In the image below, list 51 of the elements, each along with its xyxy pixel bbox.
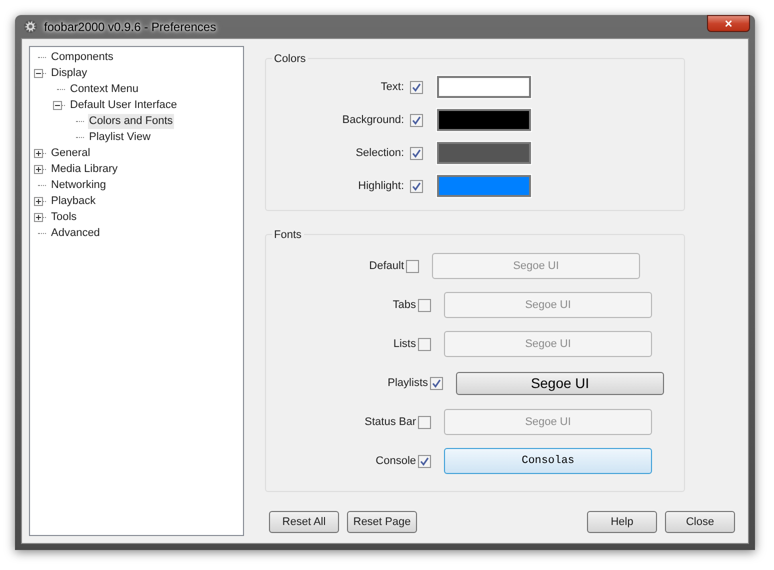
checkbox[interactable] — [418, 298, 431, 312]
font-label: Console — [374, 454, 417, 469]
checkbox[interactable] — [410, 80, 423, 94]
checkbox[interactable] — [418, 454, 431, 468]
checkbox[interactable] — [406, 260, 419, 272]
tree-item[interactable]: Tools — [50, 210, 78, 224]
color-swatch[interactable] — [437, 76, 531, 98]
color-label: Text: — [380, 80, 405, 95]
tree-item[interactable]: Components — [50, 50, 114, 64]
font-label: Default — [368, 258, 405, 274]
window-title: foobar2000 v0.9.6 - Preferences — [44, 18, 216, 36]
tree-item[interactable]: Context Menu — [69, 82, 140, 96]
tree-item[interactable]: General — [50, 146, 92, 160]
checkbox[interactable] — [410, 114, 423, 126]
dialog-button[interactable]: Reset All — [269, 511, 339, 533]
checkbox[interactable] — [410, 146, 423, 160]
dialog-button[interactable]: Reset Page — [347, 511, 417, 533]
tree-item[interactable]: Playback — [50, 194, 97, 208]
color-swatch[interactable] — [437, 109, 531, 131]
expand-icon[interactable] — [34, 164, 43, 174]
tree-item[interactable]: Display — [50, 66, 88, 80]
tree-item[interactable]: Advanced — [50, 226, 101, 240]
checkbox[interactable] — [430, 376, 443, 390]
color-label: Background: — [341, 112, 405, 128]
color-swatch[interactable] — [437, 175, 531, 197]
font-label: Playlists — [386, 376, 429, 391]
collapse-icon[interactable] — [34, 68, 43, 78]
dialog-button[interactable]: Close — [665, 511, 735, 533]
color-label: Highlight: — [357, 178, 405, 194]
color-label: Selection: — [354, 146, 405, 161]
tree-item[interactable]: Default User Interface — [69, 98, 178, 112]
close-button[interactable]: × — [707, 15, 750, 32]
checkbox[interactable] — [418, 338, 431, 350]
font-label: Status Bar — [364, 414, 417, 430]
checkbox[interactable] — [418, 416, 431, 428]
checkbox[interactable] — [410, 180, 423, 192]
font-button[interactable]: Segoe UI — [456, 372, 664, 394]
dialog-button[interactable]: Help — [587, 511, 657, 533]
font-label: Lists — [392, 336, 417, 352]
gear-icon — [23, 19, 38, 34]
font-button[interactable]: Consolas — [444, 448, 652, 474]
collapse-icon[interactable] — [53, 100, 62, 110]
font-label: Tabs — [392, 298, 417, 313]
expand-icon[interactable] — [34, 196, 43, 206]
expand-icon[interactable] — [34, 212, 43, 222]
tree-item[interactable]: Networking — [50, 178, 108, 192]
tree-item[interactable]: Media Library — [50, 162, 119, 176]
tree-item[interactable]: Colors and Fonts — [88, 114, 174, 128]
expand-icon[interactable] — [34, 148, 43, 158]
color-swatch[interactable] — [437, 142, 531, 164]
tree-item[interactable]: Playlist View — [88, 130, 152, 144]
